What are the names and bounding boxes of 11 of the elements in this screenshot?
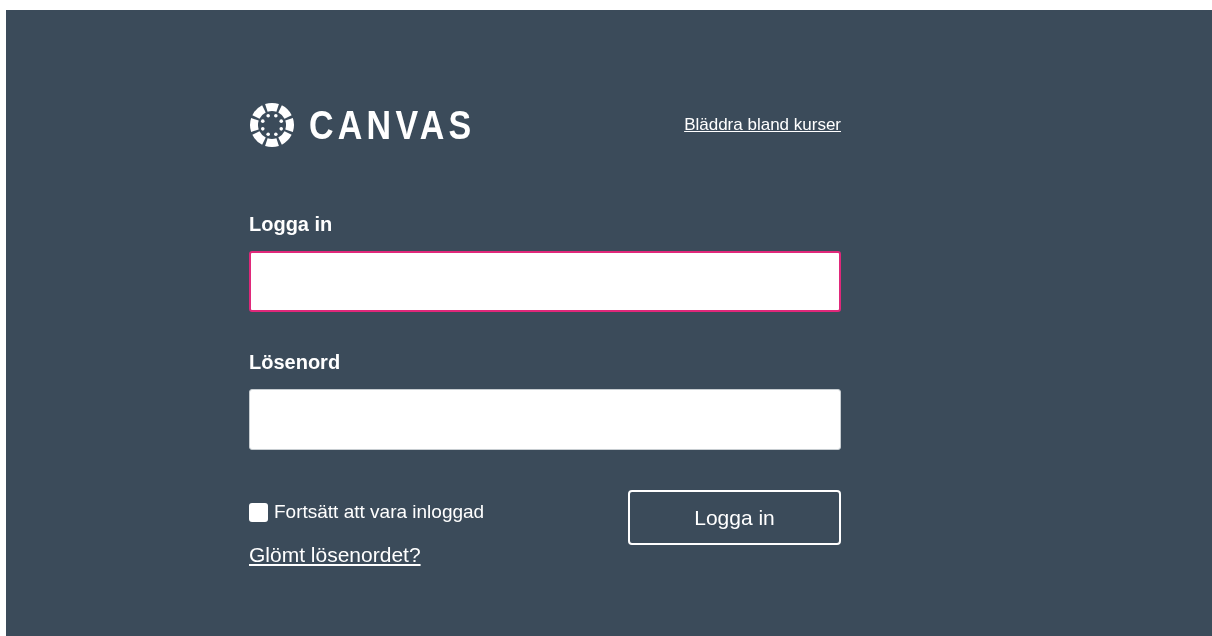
logo-icon [249, 102, 295, 148]
field-label: Logga in [249, 212, 334, 237]
remember-label: Fortsätt att vara inloggad [274, 500, 485, 524]
login-button[interactable]: Logga in [628, 490, 841, 545]
remember-checkbox[interactable] [249, 502, 268, 522]
forgot-password-link[interactable]: Glömt lösenordet? [249, 538, 485, 570]
browse-courses-link[interactable]: Bläddra bland kurser [684, 112, 841, 138]
input-field[interactable] [249, 251, 841, 312]
input-field[interactable] [249, 389, 841, 450]
logo-text: CANVAS [309, 105, 476, 145]
field-label: Lösenord [249, 350, 342, 375]
